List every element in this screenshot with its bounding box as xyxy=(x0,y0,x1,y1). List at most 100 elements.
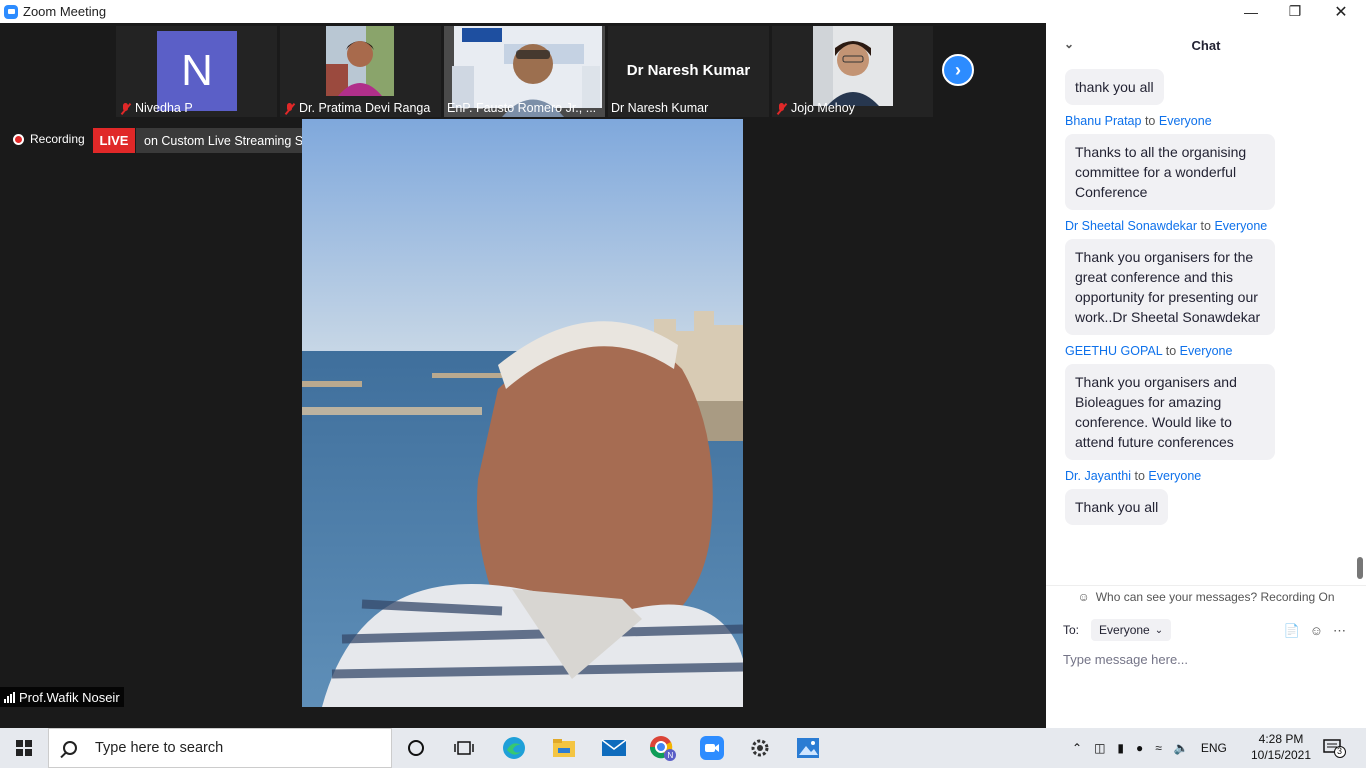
restore-button[interactable]: ❐ xyxy=(1272,0,1318,23)
settings-gear-icon[interactable] xyxy=(736,728,784,768)
show-hidden-icons-icon[interactable]: ⌃ xyxy=(1072,741,1082,755)
participant-name: Dr Naresh Kumar xyxy=(611,101,708,115)
chat-bubble: Thank you all xyxy=(1065,489,1169,525)
file-icon[interactable]: 📄 xyxy=(1284,623,1300,639)
chat-bubble: Thank you organisers for the great confe… xyxy=(1065,239,1275,335)
active-speaker-name-text: Prof.Wafik Noseir xyxy=(19,689,120,705)
notifications-icon[interactable]: 3 xyxy=(1323,738,1347,763)
minimize-button[interactable]: — xyxy=(1228,0,1274,23)
participant-video xyxy=(813,26,893,106)
chat-sender[interactable]: Dr Sheetal Sonawdekar xyxy=(1065,219,1197,233)
participant-name: Nivedha P xyxy=(119,101,193,115)
participant-tile[interactable]: Dr. Pratima Devi Ranga xyxy=(280,26,441,117)
search-icon xyxy=(63,741,77,755)
chat-recipient[interactable]: Everyone xyxy=(1148,469,1201,483)
participant-name-text: Dr. Pratima Devi Ranga xyxy=(299,101,431,115)
meet-now-icon[interactable]: ◫ xyxy=(1094,741,1105,755)
participant-tile[interactable]: N Nivedha P xyxy=(116,26,277,117)
photos-icon[interactable] xyxy=(784,728,832,768)
chat-header: ⌄ Chat xyxy=(1046,23,1366,67)
wifi-icon[interactable]: ≈ xyxy=(1155,741,1162,755)
live-badge: LIVE xyxy=(93,128,135,153)
mic-muted-icon xyxy=(775,102,788,115)
chat-message: GEETHU GOPAL to Everyone Thank you organ… xyxy=(1065,344,1355,460)
notification-count: 3 xyxy=(1337,746,1343,756)
chat-message: thank you all xyxy=(1065,69,1355,105)
edge-browser-icon[interactable] xyxy=(490,728,538,768)
volume-icon[interactable]: 🔈 xyxy=(1174,741,1189,755)
emoji-icon[interactable]: ☺ xyxy=(1310,623,1323,639)
participant-tile[interactable]: EnP. Fausto Romero Jr., ... xyxy=(444,26,605,117)
windows-start-icon[interactable] xyxy=(0,728,48,768)
participant-name-text: EnP. Fausto Romero Jr., ... xyxy=(447,101,597,115)
chat-privacy-note[interactable]: ☺ Who can see your messages? Recording O… xyxy=(1046,585,1366,607)
taskbar-clock[interactable]: 4:28 PM 10/15/2021 xyxy=(1248,731,1314,763)
chat-sender[interactable]: Bhanu Pratap xyxy=(1065,114,1141,128)
to-label: To: xyxy=(1063,623,1080,637)
chat-to-word: to xyxy=(1200,219,1211,233)
meeting-stage: N Nivedha P Dr. Pratima Devi Ranga EnP. … xyxy=(0,23,1046,728)
chevron-down-icon[interactable]: ⌄ xyxy=(1064,37,1074,51)
chat-sender-line: Dr Sheetal Sonawdekar to Everyone xyxy=(1065,219,1355,233)
participant-video xyxy=(326,26,394,96)
chat-to-word: to xyxy=(1134,469,1145,483)
recipient-dropdown[interactable]: Everyone ⌄ xyxy=(1091,619,1172,641)
battery-icon[interactable]: ▮ xyxy=(1117,741,1124,755)
mail-icon[interactable] xyxy=(590,728,638,768)
mic-muted-icon xyxy=(119,102,132,115)
chat-bubble: thank you all xyxy=(1065,69,1164,105)
chat-bubble: Thank you organisers and Bioleagues for … xyxy=(1065,364,1275,460)
zoom-app-icon xyxy=(4,4,18,19)
chat-sender-line: Dr. Jayanthi to Everyone xyxy=(1065,469,1355,483)
chat-recipient[interactable]: Everyone xyxy=(1214,219,1267,233)
chat-title: Chat xyxy=(1191,37,1221,53)
chat-message-list: thank you all Bhanu Pratap to Everyone T… xyxy=(1065,67,1355,525)
microphone-icon[interactable]: ● xyxy=(1136,741,1143,755)
system-tray: ⌃ ◫ ▮ ● ≈ 🔈 ENG xyxy=(1072,728,1227,768)
participant-tile[interactable]: Dr Naresh Kumar Dr Naresh Kumar xyxy=(608,26,769,117)
participant-name-text: Dr Naresh Kumar xyxy=(611,101,709,115)
taskbar-search-placeholder: Type here to search xyxy=(95,740,224,756)
chat-sender[interactable]: Dr. Jayanthi xyxy=(1065,469,1131,483)
chat-panel: ⌄ Chat thank you all Bhanu Pratap to Eve… xyxy=(1046,23,1366,728)
chat-sender[interactable]: GEETHU GOPAL xyxy=(1065,344,1162,358)
clock-date: 10/15/2021 xyxy=(1250,748,1312,762)
participant-name: Dr. Pratima Devi Ranga xyxy=(283,101,430,115)
chat-bubble: Thanks to all the organising committee f… xyxy=(1065,134,1275,210)
more-icon[interactable]: ⋯ xyxy=(1333,623,1346,639)
chevron-down-icon: ⌄ xyxy=(1154,624,1164,636)
chat-message: Dr. Jayanthi to Everyone Thank you all xyxy=(1065,469,1355,525)
clock-time: 4:28 PM xyxy=(1258,732,1304,746)
cortana-icon[interactable] xyxy=(392,728,440,768)
file-explorer-icon[interactable] xyxy=(540,728,588,768)
taskbar-search-box[interactable]: Type here to search xyxy=(48,728,392,768)
recording-indicator: Recording xyxy=(13,132,85,146)
participant-name-text: Jojo Mehoy xyxy=(791,101,855,115)
chat-recipient[interactable]: Everyone xyxy=(1159,114,1212,128)
zoom-taskbar-icon[interactable] xyxy=(688,728,736,768)
chat-sender-line: GEETHU GOPAL to Everyone xyxy=(1065,344,1355,358)
participant-strip: N Nivedha P Dr. Pratima Devi Ranga EnP. … xyxy=(116,26,933,117)
close-button[interactable]: ✕ xyxy=(1318,0,1364,23)
active-speaker-video xyxy=(302,119,743,707)
participant-tile[interactable]: Jojo Mehoy xyxy=(772,26,933,117)
avatar: N xyxy=(157,31,237,111)
chat-to-word: to xyxy=(1144,114,1156,128)
chat-privacy-text: Who can see your messages? Recording On xyxy=(1095,589,1335,604)
next-page-arrow-icon[interactable]: › xyxy=(942,54,974,86)
recording-label: Recording xyxy=(30,132,85,146)
recording-dot-icon xyxy=(13,133,24,145)
chat-recipient[interactable]: Everyone xyxy=(1180,344,1233,358)
language-indicator[interactable]: ENG xyxy=(1201,741,1227,755)
participant-name: Jojo Mehoy xyxy=(775,101,855,115)
chat-sender-line: Bhanu Pratap to Everyone xyxy=(1065,114,1355,128)
task-view-icon[interactable] xyxy=(440,728,488,768)
taskbar: Type here to search N ⌃ ◫ ▮ ● ≈ 🔈 ENG 4:… xyxy=(0,728,1366,768)
recipient-value: Everyone xyxy=(1099,623,1150,637)
chat-to-word: to xyxy=(1165,344,1177,358)
chat-tools: 📄 ☺ ⋯ xyxy=(1284,623,1346,639)
active-speaker-name: Prof.Wafik Noseir xyxy=(0,687,124,707)
chat-message-input[interactable] xyxy=(1063,649,1353,669)
chrome-icon[interactable]: N xyxy=(638,728,686,768)
chat-scrollbar[interactable] xyxy=(1357,557,1363,579)
